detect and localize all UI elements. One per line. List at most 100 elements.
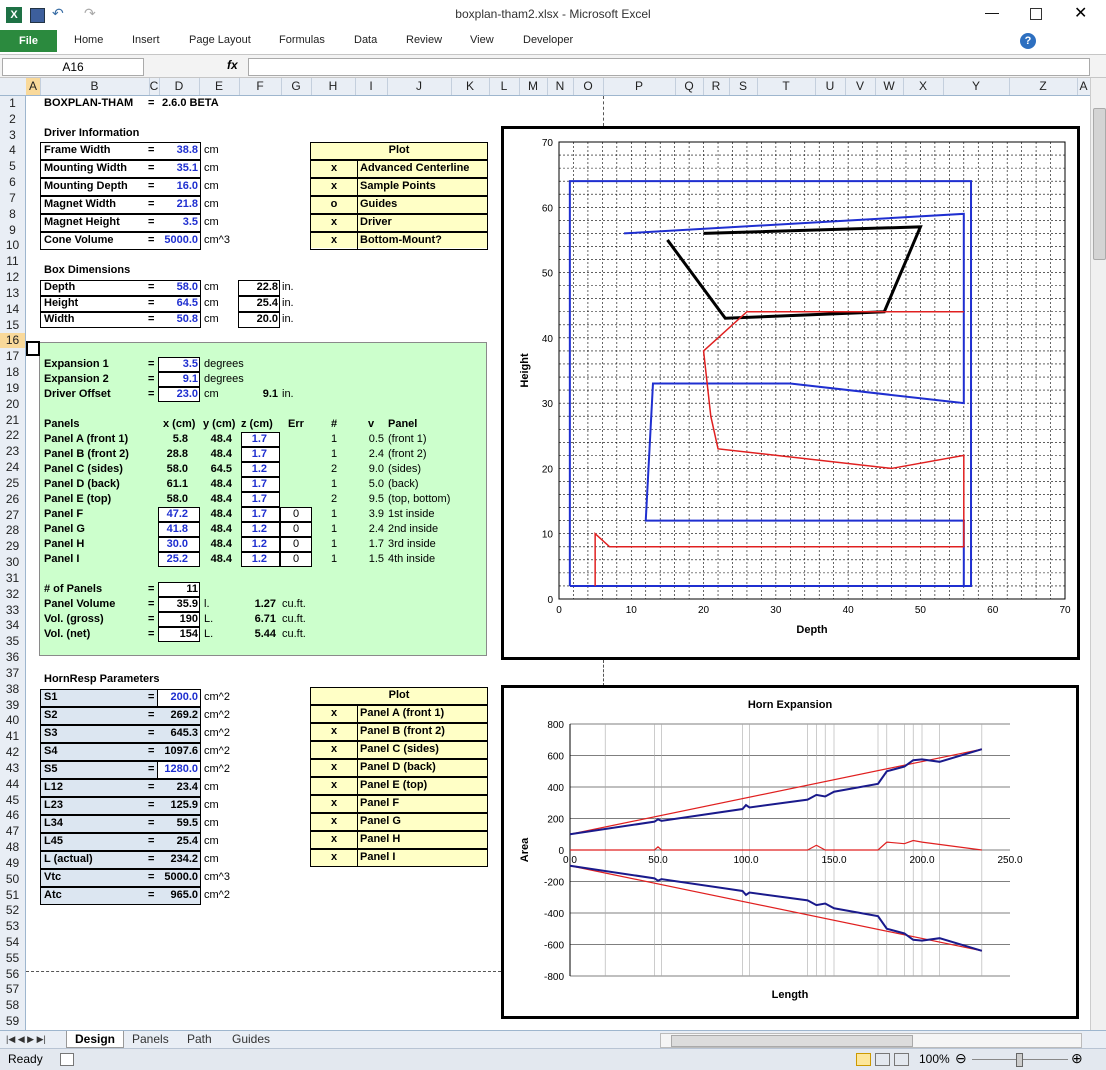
sheet-tab-design[interactable]: Design [66,1031,125,1048]
row-header[interactable]: 58 [0,998,25,1013]
help-icon[interactable]: ? [1020,33,1036,49]
row-header[interactable]: 44 [0,777,25,792]
tab-review[interactable]: Review [406,34,442,46]
column-header[interactable]: A [1077,78,1091,95]
row-header[interactable]: 7 [0,191,25,206]
tab-formulas[interactable]: Formulas [279,34,325,46]
plot2-flag[interactable]: x [310,797,358,809]
row-header[interactable]: 37 [0,666,25,681]
row-header[interactable]: 17 [0,349,25,364]
driver-value[interactable]: 16.0 [152,180,198,192]
panel-x[interactable]: 25.2 [158,553,188,565]
macro-record-icon[interactable] [60,1053,74,1066]
panel-z[interactable]: 1.2 [241,553,267,565]
hscroll[interactable] [660,1033,1082,1048]
page-layout-view-icon[interactable] [875,1053,890,1066]
panel-z[interactable]: 1.7 [241,508,267,520]
row-header[interactable]: 10 [0,238,25,253]
expansion-value[interactable]: 9.1 [158,373,198,385]
hscroll-thumb[interactable] [671,1035,913,1047]
column-header[interactable]: R [703,78,730,95]
row-header[interactable]: 55 [0,951,25,966]
row-header[interactable]: 8 [0,207,25,222]
panel-z[interactable]: 1.2 [241,463,267,475]
row-header[interactable]: 42 [0,745,25,760]
column-header[interactable]: B [40,78,150,95]
row-header[interactable]: 32 [0,587,25,602]
sheet-tab-panels[interactable]: Panels [132,1032,169,1046]
panel-z[interactable]: 1.2 [241,523,267,535]
row-header[interactable]: 28 [0,523,25,538]
row-header[interactable]: 26 [0,492,25,507]
plot2-flag[interactable]: x [310,761,358,773]
row-header[interactable]: 23 [0,444,25,459]
plot1-flag[interactable]: x [310,234,358,246]
row-header[interactable]: 53 [0,919,25,934]
row-header[interactable]: 52 [0,903,25,918]
column-header[interactable]: A [26,78,41,95]
row-header[interactable]: 48 [0,840,25,855]
tab-page-layout[interactable]: Page Layout [189,34,251,46]
driver-value[interactable]: 35.1 [152,162,198,174]
row-header[interactable]: 47 [0,824,25,839]
box-plan-chart[interactable]: 0 10 20 30 40 50 60 70 0 10 20 30 40 50 60 70 Depth Heigh… [501,126,1080,660]
column-header[interactable]: D [159,78,200,95]
column-header[interactable]: P [603,78,676,95]
panel-x[interactable]: 30.0 [158,538,188,550]
expansion-value[interactable]: 23.0 [158,388,198,400]
row-header[interactable]: 25 [0,476,25,491]
row-header[interactable]: 1 [0,96,25,111]
column-header[interactable]: G [281,78,312,95]
row-header[interactable]: 56 [0,967,25,982]
row-header[interactable]: 30 [0,555,25,570]
tab-nav-first[interactable]: |◀ ◀ ▶ ▶| [6,1034,46,1045]
row-header[interactable]: 59 [0,1014,25,1029]
panel-x[interactable]: 47.2 [158,508,188,520]
row-header[interactable]: 14 [0,302,25,317]
panel-x[interactable]: 41.8 [158,523,188,535]
row-header[interactable]: 9 [0,223,25,238]
horn-value[interactable]: 200.0 [150,691,198,703]
row-header[interactable]: 31 [0,571,25,586]
plot2-flag[interactable]: x [310,851,358,863]
tab-view[interactable]: View [470,34,494,46]
column-header[interactable]: W [875,78,904,95]
column-header[interactable]: O [573,78,604,95]
panel-z[interactable]: 1.7 [241,433,267,445]
driver-value[interactable]: 3.5 [152,216,198,228]
row-header[interactable]: 41 [0,729,25,744]
plot1-flag[interactable]: x [310,216,358,228]
row-header[interactable]: 49 [0,856,25,871]
plot2-flag[interactable]: x [310,707,358,719]
panel-z[interactable]: 1.2 [241,538,267,550]
zoom-level[interactable]: 100% [919,1052,950,1066]
formula-input[interactable] [248,58,1090,76]
row-header[interactable]: 15 [0,318,25,333]
driver-value[interactable]: 38.8 [152,144,198,156]
column-header[interactable]: N [547,78,574,95]
row-header[interactable]: 38 [0,682,25,697]
row-header[interactable]: 6 [0,175,25,190]
panel-z[interactable]: 1.7 [241,478,267,490]
tab-home[interactable]: Home [74,34,103,46]
selected-cell[interactable] [26,341,40,356]
row-header[interactable]: 22 [0,428,25,443]
tab-developer[interactable]: Developer [523,34,573,46]
row-header[interactable]: 4 [0,143,25,158]
zoom-slider-thumb[interactable] [1016,1053,1023,1067]
column-header[interactable]: E [199,78,240,95]
tab-insert[interactable]: Insert [132,34,160,46]
plot2-flag[interactable]: x [310,779,358,791]
horn-expansion-chart[interactable]: Horn Expansion 800 600 400 200 0 -200 -400 -600-… [501,685,1079,1019]
column-header[interactable]: I [355,78,388,95]
column-header[interactable]: M [519,78,548,95]
row-header[interactable]: 3 [0,128,25,143]
plot1-flag[interactable]: x [310,162,358,174]
row-header[interactable]: 36 [0,650,25,665]
driver-value[interactable]: 21.8 [152,198,198,210]
row-header[interactable]: 12 [0,270,25,285]
fx-icon[interactable]: fx [227,58,238,72]
scroll-thumb[interactable] [1093,108,1106,260]
normal-view-icon[interactable] [856,1053,871,1066]
row-header[interactable]: 51 [0,888,25,903]
